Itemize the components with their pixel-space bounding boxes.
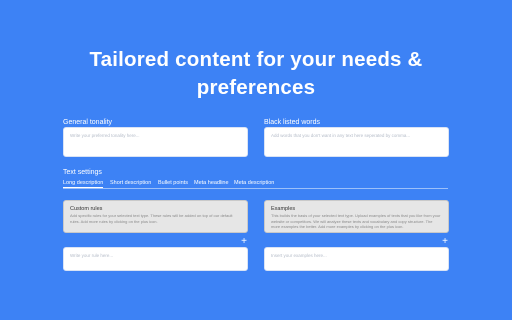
general-tonality-input[interactable]: Write your preferred tonality here... <box>63 127 248 157</box>
black-listed-words-placeholder: Add words that you don't want in any tex… <box>271 133 411 138</box>
page-title-line-2: preferences <box>196 76 316 99</box>
custom-rules-description: Add specific rules for your selected tex… <box>70 213 233 224</box>
example-placeholder: Insert your examples here... <box>271 253 327 258</box>
tab-meta-headline[interactable]: Meta headline <box>194 180 229 186</box>
black-listed-words-label: Black listed words <box>264 119 321 126</box>
tab-short-description[interactable]: Short description <box>110 180 151 186</box>
page-title-line-1: Tailored content for your needs & <box>89 48 423 71</box>
add-example-plus-icon[interactable]: + <box>441 237 449 247</box>
custom-rules-title: Custom rules <box>70 206 103 212</box>
example-input[interactable]: Insert your examples here... <box>264 247 449 271</box>
tab-long-description[interactable]: Long description <box>63 180 104 188</box>
custom-rules-card: Custom rules Add specific rules for your… <box>63 200 248 233</box>
custom-rule-placeholder: Write your rule here... <box>70 253 114 258</box>
examples-title: Examples <box>271 206 296 212</box>
general-tonality-placeholder: Write your preferred tonality here... <box>70 133 140 138</box>
tab-bullet-points[interactable]: Bullet points <box>158 180 188 186</box>
black-listed-words-input[interactable]: Add words that you don't want in any tex… <box>264 127 449 157</box>
tab-meta-description[interactable]: Meta description <box>234 180 274 186</box>
custom-rule-input[interactable]: Write your rule here... <box>63 247 248 271</box>
text-settings-label: Text settings <box>63 169 102 176</box>
text-type-tabs: Long description Short description Bulle… <box>63 180 448 189</box>
examples-card: Examples This builds the basis of your s… <box>264 200 449 233</box>
add-rule-plus-icon[interactable]: + <box>240 237 248 247</box>
examples-description: This builds the basis of your selected t… <box>271 213 441 229</box>
general-tonality-label: General tonality <box>63 119 113 126</box>
page-title: Tailored content for your needs & prefer… <box>0 46 512 102</box>
